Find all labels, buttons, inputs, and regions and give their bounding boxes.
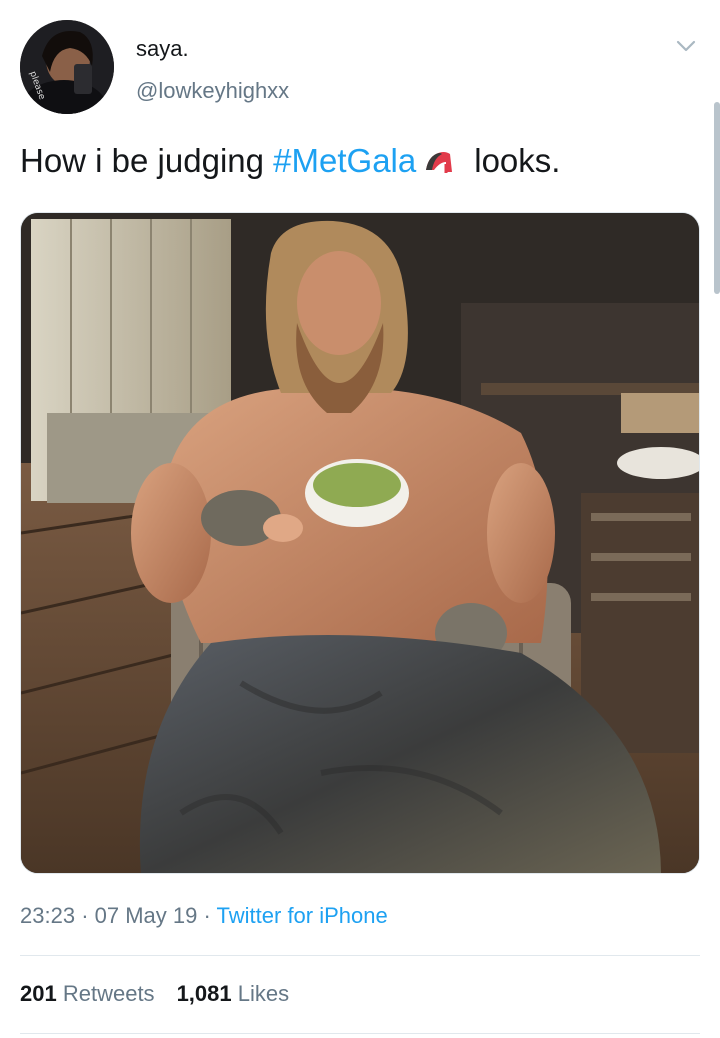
tweet-header: please saya. @lowkeyhighxx (20, 20, 700, 116)
tweet-stats: 201 Retweets 1,081 Likes (20, 981, 289, 1007)
tweet-date[interactable]: 07 May 19 (95, 903, 198, 928)
user-handle[interactable]: @lowkeyhighxx (136, 78, 289, 104)
retweets-label[interactable]: Retweets (63, 981, 155, 1006)
retweets-count[interactable]: 201 (20, 981, 57, 1006)
meta-separator-1: · (81, 903, 89, 928)
scrollbar[interactable] (714, 102, 720, 294)
tweet-metadata: 23:23 · 07 May 19 · Twitter for iPhone (20, 903, 388, 929)
meta-separator-2: · (203, 903, 211, 928)
divider (20, 955, 700, 956)
likes-label[interactable]: Likes (238, 981, 289, 1006)
likes-count[interactable]: 1,081 (177, 981, 232, 1006)
high-heel-shoe-icon (422, 141, 456, 173)
display-name[interactable]: saya. (136, 36, 189, 62)
avatar[interactable]: please (20, 20, 114, 114)
source-link[interactable]: Twitter for iPhone (217, 903, 388, 928)
tweet-text-before: How i be judging (20, 142, 274, 179)
divider (20, 1033, 700, 1034)
chevron-down-icon[interactable] (674, 34, 698, 58)
hashtag-link[interactable]: #MetGala (273, 142, 416, 179)
attached-photo[interactable] (20, 212, 700, 874)
tweet-time: 23:23 (20, 903, 76, 928)
tweet-text: How i be judging #MetGala looks. (20, 139, 700, 183)
tweet-text-after: looks. (474, 142, 561, 179)
